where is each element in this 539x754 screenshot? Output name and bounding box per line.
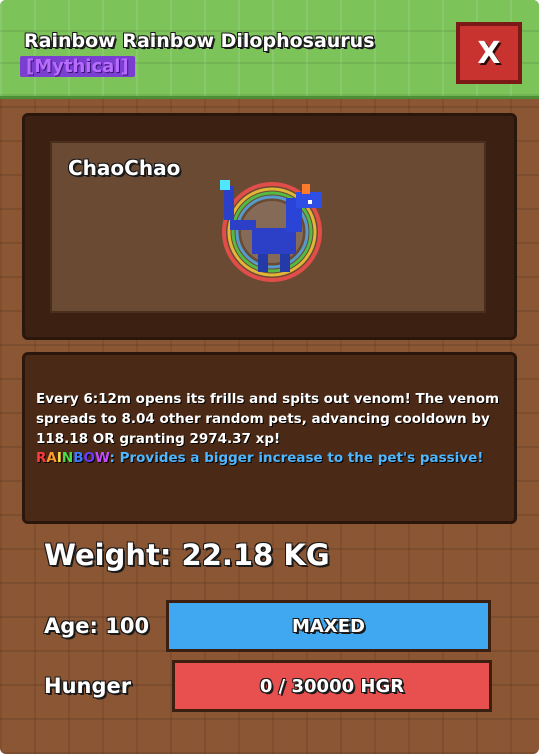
- hunger-bar: 0 / 30000 HGR: [172, 660, 492, 712]
- age-bar: MAXED: [166, 600, 491, 652]
- pet-info-panel: Rainbow Rainbow Dilophosaurus [Mythical]…: [0, 0, 539, 754]
- rainbow-label: RAINBOW: [36, 450, 110, 466]
- dinosaur-pet-icon: [220, 180, 322, 282]
- hunger-bar-text: 0 / 30000 HGR: [259, 675, 405, 697]
- close-icon: X: [477, 35, 501, 71]
- age-bar-text: MAXED: [292, 615, 365, 637]
- pet-title: Rainbow Rainbow Dilophosaurus: [24, 30, 375, 52]
- rainbow-bonus: RAINBOW: Provides a bigger increase to t…: [36, 450, 484, 466]
- ability-description: Every 6:12m opens its frills and spits o…: [36, 391, 500, 447]
- rainbow-bonus-text: Provides a bigger increase to the pet's …: [114, 450, 484, 466]
- age-label: Age: 100: [44, 614, 150, 638]
- rarity-badge: [Mythical]: [20, 56, 135, 77]
- pet-name: ChaoChao: [68, 156, 181, 180]
- hunger-label: Hunger: [44, 674, 132, 698]
- close-button[interactable]: X: [456, 22, 522, 84]
- weight-value: Weight: 22.18 KG: [44, 538, 330, 572]
